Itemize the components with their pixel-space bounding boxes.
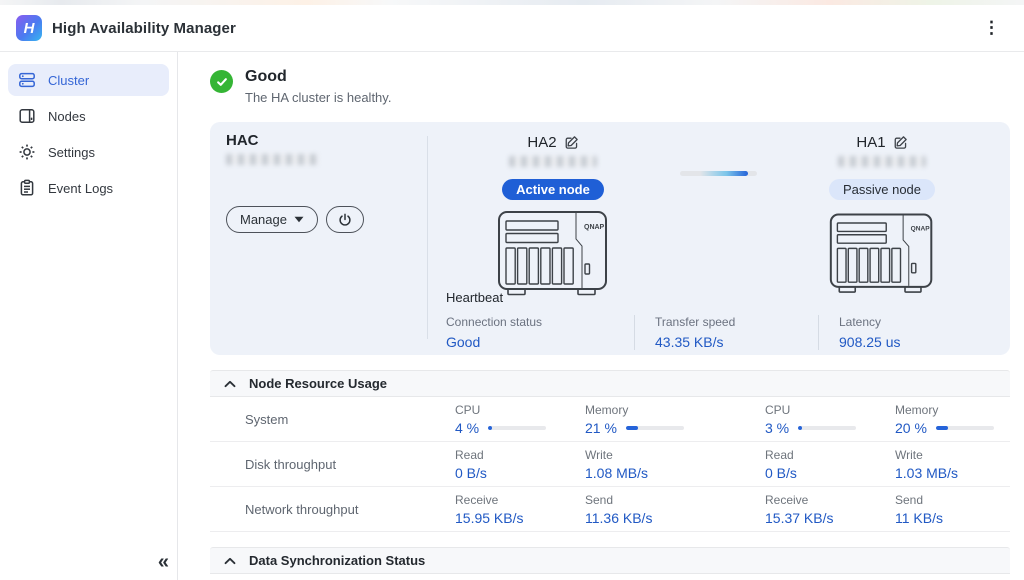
stat-label: Connection status xyxy=(446,315,616,329)
power-icon xyxy=(338,213,352,227)
app-header: H High Availability Manager ⋮ xyxy=(0,5,1024,52)
stat-read: Read 0 B/s xyxy=(765,448,895,481)
sidebar-item-label: Event Logs xyxy=(48,181,113,196)
memory-usage-bar xyxy=(936,426,994,430)
sidebar-item-label: Nodes xyxy=(48,109,86,124)
kebab-menu-icon[interactable]: ⋮ xyxy=(975,14,1008,42)
stat-value: 908.25 us xyxy=(839,334,901,350)
cluster-info: HAC Manage xyxy=(226,132,416,233)
nas-device-image: QNAP xyxy=(496,209,611,299)
sidebar-item-cluster[interactable]: Cluster xyxy=(8,64,169,96)
clipboard-icon xyxy=(18,179,36,197)
manage-button[interactable]: Manage xyxy=(226,206,318,233)
chevron-up-icon xyxy=(224,557,236,565)
edit-node-name-icon[interactable] xyxy=(564,135,579,150)
app-logo-glyph: H xyxy=(24,21,35,36)
node-ip-redacted xyxy=(838,156,926,167)
cpu-usage-bar xyxy=(798,426,856,430)
sidebar: Cluster Nodes xyxy=(0,52,178,580)
resource-row-system: System CPU 4 % Memory 21 % CPU 3 % xyxy=(210,397,1010,442)
main-content: Good The HA cluster is healthy. HAC Mana… xyxy=(178,52,1024,580)
stat-receive: Receive 15.37 KB/s xyxy=(765,493,895,526)
app-logo-icon: H xyxy=(16,15,42,41)
heartbeat-stat: Connection status Good xyxy=(446,315,634,350)
card-vertical-divider xyxy=(427,136,428,339)
nas-icon xyxy=(18,107,36,125)
stat-receive: Receive 15.95 KB/s xyxy=(455,493,585,526)
node-name: HA1 xyxy=(856,134,885,151)
power-button[interactable] xyxy=(326,206,364,233)
node-panel-ha1: HA1 Passive node xyxy=(792,134,972,304)
cpu-usage-bar xyxy=(488,426,546,430)
heartbeat-stat: Transfer speed 43.35 KB/s xyxy=(634,315,818,350)
memory-usage-bar xyxy=(626,426,684,430)
sync-section-header[interactable]: Data Synchronization Status xyxy=(210,547,1010,574)
node-panel-ha2: HA2 Active node xyxy=(463,134,643,304)
row-label: System xyxy=(245,412,455,427)
resource-row-network: Network throughput Receive 15.95 KB/s Se… xyxy=(210,487,1010,532)
sidebar-item-label: Cluster xyxy=(48,73,89,88)
sidebar-item-event-logs[interactable]: Event Logs xyxy=(8,172,169,204)
heartbeat-title: Heartbeat xyxy=(446,290,1006,305)
section-title: Data Synchronization Status xyxy=(249,553,425,568)
caret-down-icon xyxy=(294,216,304,223)
node-name: HA2 xyxy=(527,134,556,151)
health-check-icon xyxy=(210,70,233,93)
row-label: Network throughput xyxy=(245,502,455,517)
stat-label: Transfer speed xyxy=(655,315,800,329)
app-title: High Availability Manager xyxy=(52,20,236,37)
sidebar-collapse-button[interactable]: « xyxy=(158,552,169,572)
gear-icon xyxy=(18,143,36,161)
heartbeat-stat: Latency 908.25 us xyxy=(818,315,919,350)
heartbeat-section: Heartbeat Connection status Good Transfe… xyxy=(446,290,1006,350)
passive-node-badge: Passive node xyxy=(829,179,935,200)
stat-write: Write 1.08 MB/s xyxy=(585,448,765,481)
stat-memory: Memory 20 % xyxy=(895,403,1010,436)
row-label: Disk throughput xyxy=(245,457,455,472)
stat-label: Latency xyxy=(839,315,901,329)
stat-read: Read 0 B/s xyxy=(455,448,585,481)
server-stack-icon xyxy=(18,71,36,89)
device-brand-label: QNAP xyxy=(911,226,931,233)
status-title: Good xyxy=(245,68,391,86)
sidebar-item-nodes[interactable]: Nodes xyxy=(8,100,169,132)
chevron-up-icon xyxy=(224,380,236,388)
resource-section-header[interactable]: Node Resource Usage xyxy=(210,370,1010,397)
app-window: H High Availability Manager ⋮ Cluster xyxy=(0,0,1024,580)
cluster-name: HAC xyxy=(226,132,416,149)
cluster-card: HAC Manage xyxy=(210,122,1010,355)
nas-device-image: QNAP xyxy=(828,209,936,299)
sidebar-item-settings[interactable]: Settings xyxy=(8,136,169,168)
edit-node-name-icon[interactable] xyxy=(893,135,908,150)
stat-value: 43.35 KB/s xyxy=(655,334,800,350)
stat-value: Good xyxy=(446,334,616,350)
stat-memory: Memory 21 % xyxy=(585,403,765,436)
manage-button-label: Manage xyxy=(240,212,287,227)
sidebar-item-label: Settings xyxy=(48,145,95,160)
device-brand-label: QNAP xyxy=(584,224,605,231)
stat-send: Send 11.36 KB/s xyxy=(585,493,765,526)
section-title: Node Resource Usage xyxy=(249,376,387,391)
cluster-ip-redacted xyxy=(226,154,318,165)
stat-cpu: CPU 4 % xyxy=(455,403,585,436)
active-node-badge: Active node xyxy=(502,179,604,200)
node-ip-redacted xyxy=(509,156,597,167)
stat-cpu: CPU 3 % xyxy=(765,403,895,436)
cluster-health-status: Good The HA cluster is healthy. xyxy=(210,68,1010,105)
sync-progress-bar xyxy=(680,171,757,176)
stat-send: Send 11 KB/s xyxy=(895,493,1010,526)
resource-row-disk: Disk throughput Read 0 B/s Write 1.08 MB… xyxy=(210,442,1010,487)
stat-write: Write 1.03 MB/s xyxy=(895,448,1010,481)
status-subtitle: The HA cluster is healthy. xyxy=(245,90,391,105)
